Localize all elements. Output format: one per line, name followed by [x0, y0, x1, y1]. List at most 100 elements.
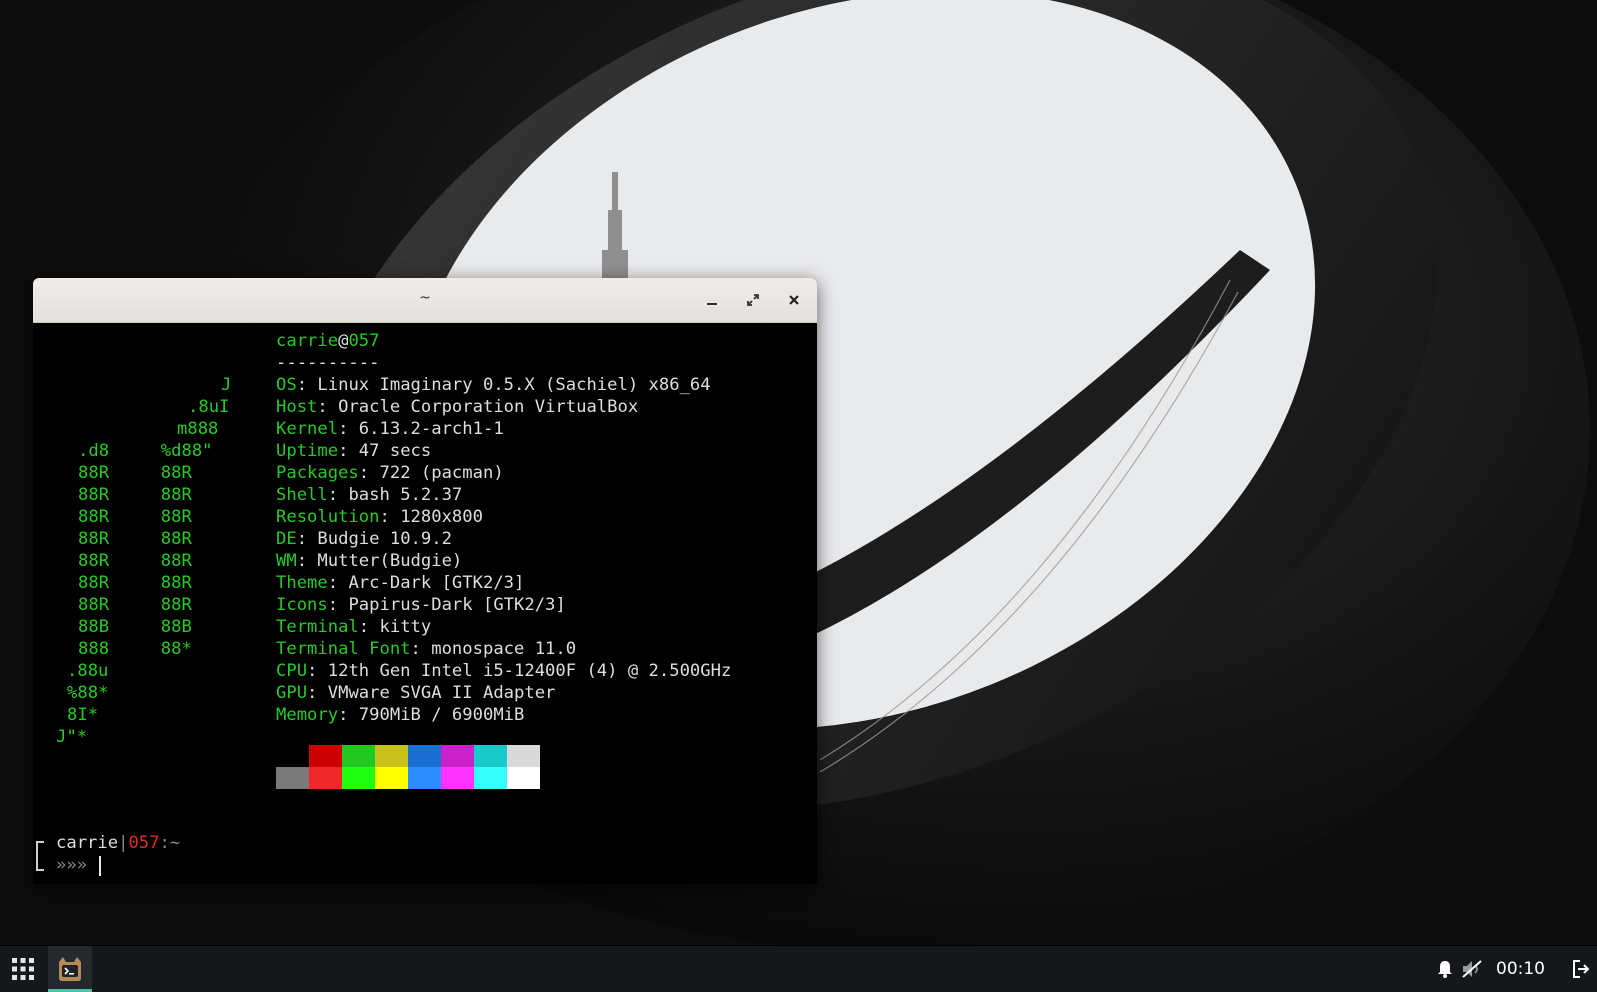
- prompt-line: carrie|057:~: [56, 832, 180, 854]
- info-value: bash 5.2.37: [348, 485, 463, 505]
- logo-line: 88R 88R: [78, 485, 192, 505]
- info-memory: Memory: 790MiB / 6900MiB: [276, 705, 525, 725]
- color-swatch: [342, 745, 375, 767]
- info-value: Papirus-Dark [GTK2/3]: [348, 595, 566, 615]
- info-de: DE: Budgie 10.9.2: [276, 529, 452, 549]
- taskbar: 00:10: [0, 945, 1597, 992]
- info-key: Memory: [276, 705, 339, 725]
- info-host: Host: Oracle Corporation VirtualBox: [276, 397, 639, 417]
- color-swatch: [276, 745, 309, 767]
- info-key: Shell: [276, 485, 328, 505]
- prompt-path: :~: [159, 833, 181, 853]
- logo-line: .d8 %d88": [78, 441, 213, 461]
- prompt-divider: |: [118, 833, 129, 853]
- logo-line: 88B 88B: [78, 617, 192, 637]
- info-os: OS: Linux Imaginary 0.5.X (Sachiel) x86_…: [276, 375, 711, 395]
- info-value: Oracle Corporation VirtualBox: [338, 397, 639, 417]
- logo-line: 88R 88R: [78, 573, 192, 593]
- color-swatch: [342, 767, 375, 789]
- color-swatch: [474, 767, 507, 789]
- logo-line: J"*: [56, 727, 88, 747]
- info-key: Icons: [276, 595, 328, 615]
- info-key: Terminal Font: [276, 639, 411, 659]
- info-key: Resolution: [276, 507, 380, 527]
- neofetch-header: carrie@057: [276, 330, 380, 352]
- window-titlebar[interactable]: ~: [33, 278, 817, 323]
- close-icon: [789, 295, 799, 305]
- prompt-bracket: [36, 841, 44, 871]
- user-name: carrie: [276, 331, 339, 351]
- info-key: DE: [276, 529, 297, 549]
- logo-line: 8I*: [67, 705, 99, 725]
- host-name: 057: [348, 331, 380, 351]
- color-swatch: [375, 767, 408, 789]
- at-sign: @: [338, 331, 349, 351]
- logo-line: 888 88*: [78, 639, 192, 659]
- app-menu-button[interactable]: [8, 954, 38, 984]
- prompt-input-line[interactable]: »»»: [56, 854, 87, 876]
- volume-button[interactable]: [1460, 957, 1484, 981]
- bell-icon: [1438, 961, 1452, 978]
- info-key: Terminal: [276, 617, 359, 637]
- maximize-icon: [747, 294, 759, 306]
- info-theme: Theme: Arc-Dark [GTK2/3]: [276, 573, 525, 593]
- info-key: Host: [276, 397, 318, 417]
- info-key: GPU: [276, 683, 308, 703]
- info-key: Packages: [276, 463, 359, 483]
- prompt-user: carrie: [56, 833, 119, 853]
- logout-button[interactable]: [1570, 958, 1592, 980]
- info-shell: Shell: bash 5.2.37: [276, 485, 463, 505]
- info-key: Kernel: [276, 419, 339, 439]
- info-cpu: CPU: 12th Gen Intel i5-12400F (4) @ 2.50…: [276, 661, 732, 681]
- info-key: Uptime: [276, 441, 339, 461]
- window-title: ~: [419, 290, 431, 306]
- info-value: VMware SVGA II Adapter: [327, 683, 556, 703]
- color-swatch: [309, 745, 342, 767]
- color-swatch: [441, 767, 474, 789]
- info-key: CPU: [276, 661, 308, 681]
- color-swatch: [507, 767, 540, 789]
- app-grid-icon: [12, 958, 34, 980]
- logout-icon: [1573, 960, 1590, 978]
- info-terminal-font: Terminal Font: monospace 11.0: [276, 639, 577, 659]
- color-swatch: [441, 745, 474, 767]
- info-value: kitty: [379, 617, 432, 637]
- color-swatch: [309, 767, 342, 789]
- desktop: ~ carrie@057 ---------- J .8uI m888 .d8 …: [0, 0, 1597, 945]
- color-palette: [276, 745, 540, 789]
- kitty-terminal-icon: [59, 957, 81, 981]
- logo-line: .8uI: [188, 397, 230, 417]
- close-button[interactable]: [783, 289, 805, 311]
- info-value: 722 (pacman): [379, 463, 504, 483]
- terminal-window[interactable]: ~ carrie@057 ---------- J .8uI m888 .d8 …: [33, 278, 817, 884]
- color-swatch: [375, 745, 408, 767]
- clock[interactable]: 00:10: [1496, 946, 1545, 992]
- prompt-symbol: »»»: [56, 855, 88, 875]
- logo-line: 88R 88R: [78, 595, 192, 615]
- info-value: Arc-Dark [GTK2/3]: [348, 573, 525, 593]
- logo-line: %88*: [67, 683, 109, 703]
- logo-line: 88R 88R: [78, 507, 192, 527]
- color-swatch: [507, 745, 540, 767]
- info-kernel: Kernel: 6.13.2-arch1-1: [276, 419, 504, 439]
- terminal-content[interactable]: carrie@057 ---------- J .8uI m888 .d8 %d…: [33, 323, 817, 884]
- info-icons: Icons: Papirus-Dark [GTK2/3]: [276, 595, 566, 615]
- minimize-button[interactable]: [701, 289, 723, 311]
- info-key: Theme: [276, 573, 328, 593]
- info-value: Linux Imaginary 0.5.X (Sachiel) x86_64: [317, 375, 711, 395]
- logo-line: J: [221, 375, 232, 395]
- logo-line: m888: [177, 419, 219, 439]
- info-wm: WM: Mutter(Budgie): [276, 551, 463, 571]
- info-value: 47 secs: [358, 441, 432, 461]
- info-resolution: Resolution: 1280x800: [276, 507, 483, 527]
- maximize-button[interactable]: [742, 289, 764, 311]
- color-swatch: [276, 767, 309, 789]
- color-swatch: [474, 745, 507, 767]
- text-cursor: [99, 856, 101, 876]
- notifications-button[interactable]: [1434, 958, 1456, 980]
- taskbar-app-kitty[interactable]: [48, 946, 92, 992]
- logo-line: .88u: [67, 661, 109, 681]
- info-key: WM: [276, 551, 297, 571]
- info-packages: Packages: 722 (pacman): [276, 463, 504, 483]
- logo-line: 88R 88R: [78, 463, 192, 483]
